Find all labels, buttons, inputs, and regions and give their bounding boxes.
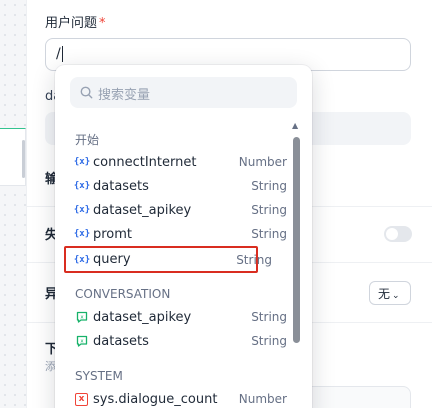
variable-icon: {x}: [73, 229, 91, 239]
variable-item[interactable]: {x} connectInternet Number: [65, 150, 287, 174]
variable-name: connectInternet: [93, 154, 197, 170]
variable-icon: {x}: [73, 205, 91, 215]
conversation-variable-icon: x: [76, 335, 88, 347]
exception-select-value: 无: [378, 287, 391, 301]
variable-item[interactable]: {x} dataset_apikey String: [65, 198, 287, 222]
variable-type: String: [251, 179, 287, 193]
variable-name: sys.dialogue_count: [93, 391, 218, 407]
variable-type: String: [251, 203, 287, 217]
variable-type: Number: [238, 392, 287, 406]
workflow-canvas[interactable]: [0, 0, 26, 408]
exception-handling-select[interactable]: 无 ⌄: [369, 281, 411, 305]
variable-icon: {x}: [73, 181, 91, 191]
variable-item[interactable]: {x} datasets String: [65, 174, 287, 198]
variable-type: Number: [238, 155, 287, 169]
scroll-up-arrow-icon[interactable]: ▲: [292, 121, 298, 130]
conversation-variable-icon: x: [76, 311, 88, 323]
variable-icon: {x}: [73, 157, 91, 167]
variable-name: query: [93, 252, 131, 267]
variable-type: String: [251, 310, 287, 324]
chevron-down-icon: ⌄: [392, 291, 400, 301]
text-caret: [61, 46, 63, 62]
canvas-node-handle: [22, 140, 25, 178]
variable-item[interactable]: x sys.dialogue_count Number: [65, 387, 287, 408]
query-input-value: /: [56, 46, 61, 62]
dropdown-scrollbar-thumb[interactable]: [293, 137, 300, 343]
variable-picker-popover: 搜索变量 开始 {x} connectInternet Number {x} d…: [55, 65, 312, 408]
variable-icon: {x}: [73, 254, 91, 265]
failure-retry-toggle[interactable]: [384, 226, 412, 242]
search-icon: [80, 86, 93, 99]
group-title-conversation: CONVERSATION: [75, 287, 171, 301]
variable-name: dataset_apikey: [93, 309, 192, 325]
variable-type: String: [236, 252, 272, 267]
user-question-label: 用户问题 *: [45, 16, 106, 31]
variable-name: datasets: [93, 178, 149, 194]
variable-item[interactable]: {x} promt String: [65, 222, 287, 246]
system-variable-icon: x: [75, 392, 88, 406]
group-title-system: SYSTEM: [75, 369, 123, 383]
variable-item-query-highlighted[interactable]: {x} query String: [64, 246, 272, 273]
variable-item[interactable]: x datasets String: [65, 329, 287, 353]
variable-type: String: [251, 334, 287, 348]
variable-name: promt: [93, 226, 133, 242]
variable-item[interactable]: x dataset_apikey String: [65, 305, 287, 329]
variable-type: String: [251, 227, 287, 241]
variable-name: dataset_apikey: [93, 202, 192, 218]
required-mark: *: [99, 16, 106, 31]
search-placeholder: 搜索变量: [98, 88, 151, 103]
variable-name: datasets: [93, 333, 149, 349]
variable-search-input[interactable]: 搜索变量: [70, 77, 297, 108]
group-title-start: 开始: [75, 133, 100, 147]
